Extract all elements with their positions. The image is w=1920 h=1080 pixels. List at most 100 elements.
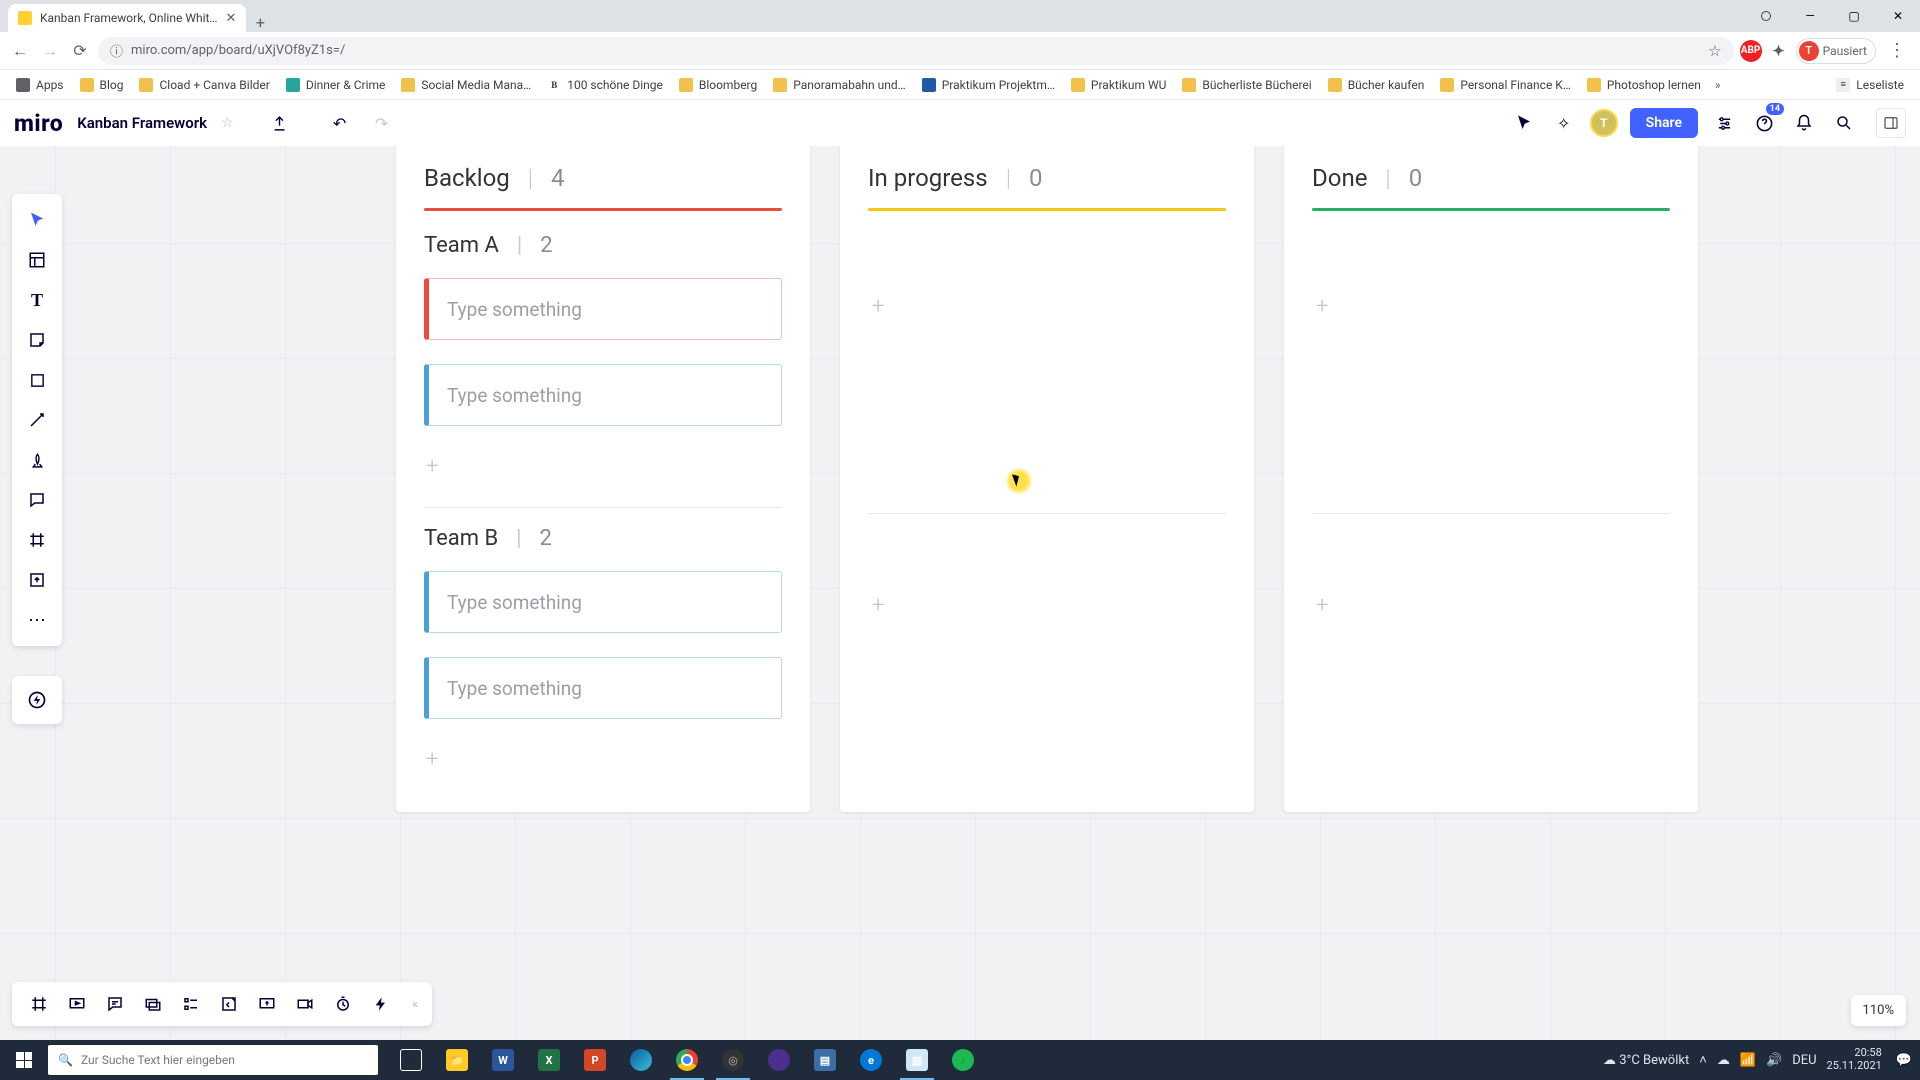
- chrome-icon[interactable]: [664, 1040, 710, 1080]
- file-explorer-icon[interactable]: 📁: [434, 1040, 480, 1080]
- upload-tool-icon[interactable]: [17, 560, 57, 600]
- address-bar[interactable]: ⓘ miro.com/app/board/uXjVOf8yZ1s=/ ☆: [98, 37, 1734, 65]
- present-icon[interactable]: [58, 985, 96, 1023]
- start-button[interactable]: [0, 1040, 48, 1080]
- add-card-button[interactable]: +: [424, 743, 440, 776]
- reload-button[interactable]: ⟳: [68, 39, 92, 63]
- volume-icon[interactable]: 🔊: [1766, 1053, 1782, 1068]
- kanban-card[interactable]: Type something: [424, 278, 782, 340]
- share-button[interactable]: Share: [1630, 108, 1698, 138]
- star-icon[interactable]: ☆: [221, 115, 234, 131]
- swimlane-header[interactable]: Team B | 2: [424, 526, 782, 551]
- weather-widget[interactable]: ☁ 3°C Bewölkt: [1603, 1053, 1689, 1068]
- record-icon[interactable]: [286, 985, 324, 1023]
- sticky-note-icon[interactable]: [17, 320, 57, 360]
- bookmark-item[interactable]: Bücherliste Bücherei: [1176, 75, 1317, 95]
- cards-icon[interactable]: [134, 985, 172, 1023]
- add-card-button[interactable]: +: [868, 574, 1226, 636]
- reading-list-button[interactable]: ≡ Leseliste: [1830, 75, 1910, 95]
- bookmark-item[interactable]: Apps: [10, 75, 70, 95]
- app-icon[interactable]: [756, 1040, 802, 1080]
- add-card-button[interactable]: +: [424, 450, 440, 483]
- zoom-level[interactable]: 110%: [1851, 995, 1906, 1026]
- app-icon[interactable]: ▤: [802, 1040, 848, 1080]
- account-indicator-icon[interactable]: [1744, 0, 1788, 32]
- miro-logo[interactable]: miro: [14, 110, 63, 137]
- bookmark-star-icon[interactable]: ☆: [1708, 42, 1721, 60]
- chrome-menu-icon[interactable]: ⋮: [1882, 40, 1912, 61]
- timer-icon[interactable]: [324, 985, 362, 1023]
- shape-tool-icon[interactable]: [17, 360, 57, 400]
- network-icon[interactable]: 📶: [1740, 1053, 1756, 1068]
- embed-icon[interactable]: [210, 985, 248, 1023]
- extensions-icon[interactable]: ✦: [1768, 40, 1790, 62]
- comments-panel-icon[interactable]: [96, 985, 134, 1023]
- bookmark-item[interactable]: Dinner & Crime: [280, 75, 392, 95]
- help-button[interactable]: 14: [1750, 109, 1778, 137]
- edge-icon[interactable]: [618, 1040, 664, 1080]
- apps-bolt-icon[interactable]: [12, 676, 62, 724]
- select-tool-icon[interactable]: [17, 200, 57, 240]
- abp-extension-icon[interactable]: ABP: [1740, 40, 1762, 62]
- column-header[interactable]: Done | 0: [1312, 164, 1670, 192]
- bookmark-item[interactable]: Bücher kaufen: [1322, 75, 1431, 95]
- language-indicator[interactable]: DEU: [1792, 1053, 1816, 1068]
- minimize-button[interactable]: —: [1788, 0, 1832, 32]
- kanban-column-inprogress[interactable]: In progress | 0 + +: [840, 146, 1254, 812]
- export-icon[interactable]: [266, 109, 294, 137]
- more-tools-icon[interactable]: ⋯: [17, 600, 57, 640]
- word-icon[interactable]: W: [480, 1040, 526, 1080]
- kanban-column-done[interactable]: Done | 0 + +: [1284, 146, 1698, 812]
- screenshare-icon[interactable]: [248, 985, 286, 1023]
- settings-icon[interactable]: [1710, 109, 1738, 137]
- bookmark-item[interactable]: Photoshop lernen: [1581, 75, 1707, 95]
- notifications-icon[interactable]: [1790, 109, 1818, 137]
- board-title[interactable]: Kanban Framework: [77, 114, 207, 132]
- bookmark-item[interactable]: B100 schöne Dinge: [541, 75, 669, 95]
- maximize-button[interactable]: ▢: [1832, 0, 1876, 32]
- frames-panel-icon[interactable]: [20, 985, 58, 1023]
- back-button[interactable]: ←: [8, 39, 32, 63]
- right-panel-toggle[interactable]: [1876, 108, 1906, 138]
- close-window-button[interactable]: ✕: [1876, 0, 1920, 32]
- excel-icon[interactable]: X: [526, 1040, 572, 1080]
- tray-chevron-icon[interactable]: ˄: [1699, 1052, 1707, 1068]
- onedrive-icon[interactable]: ☁: [1717, 1053, 1730, 1068]
- reactions-icon[interactable]: ✧: [1550, 109, 1578, 137]
- voting-icon[interactable]: [362, 985, 400, 1023]
- kanban-card[interactable]: Type something: [424, 364, 782, 426]
- collapse-bottombar-icon[interactable]: «: [406, 997, 424, 1012]
- pen-tool-icon[interactable]: [17, 440, 57, 480]
- edge-legacy-icon[interactable]: e: [848, 1040, 894, 1080]
- frame-tool-icon[interactable]: [17, 520, 57, 560]
- taskbar-search[interactable]: 🔍 Zur Suche Text hier eingeben: [48, 1045, 378, 1075]
- swimlane-header[interactable]: Team A | 2: [424, 233, 782, 258]
- user-avatar[interactable]: T: [1590, 109, 1618, 137]
- powerpoint-icon[interactable]: P: [572, 1040, 618, 1080]
- profile-button[interactable]: T Pausiert: [1796, 38, 1876, 64]
- column-header[interactable]: Backlog | 4: [424, 164, 782, 192]
- kanban-card[interactable]: Type something: [424, 571, 782, 633]
- list-icon[interactable]: [172, 985, 210, 1023]
- taskbar-clock[interactable]: 20:58 25.11.2021: [1827, 1047, 1886, 1072]
- line-tool-icon[interactable]: [17, 400, 57, 440]
- comment-tool-icon[interactable]: [17, 480, 57, 520]
- bookmark-item[interactable]: Panoramabahn und…: [767, 75, 911, 95]
- miro-canvas[interactable]: T ⋯ Backlog | 4 Team A | 2: [0, 146, 1920, 1040]
- column-header[interactable]: In progress | 0: [868, 164, 1226, 192]
- new-tab-button[interactable]: +: [246, 13, 274, 32]
- bookmark-item[interactable]: Praktikum Projektm…: [916, 75, 1061, 95]
- bookmark-item[interactable]: Cload + Canva Bilder: [133, 75, 275, 95]
- bookmark-item[interactable]: Praktikum WU: [1065, 75, 1172, 95]
- task-view-icon[interactable]: [388, 1040, 434, 1080]
- kanban-column-backlog[interactable]: Backlog | 4 Team A | 2 Type something Ty…: [396, 146, 810, 812]
- browser-tab[interactable]: Kanban Framework, Online Whit… ✕: [8, 4, 246, 32]
- bookmark-item[interactable]: Blog: [74, 75, 130, 95]
- obs-icon[interactable]: ◎: [710, 1040, 756, 1080]
- bookmarks-overflow-icon[interactable]: »: [1713, 76, 1723, 94]
- add-card-button[interactable]: +: [1312, 275, 1670, 337]
- bookmark-item[interactable]: Bloomberg: [673, 75, 763, 95]
- cursor-mode-icon[interactable]: [1510, 109, 1538, 137]
- site-info-icon[interactable]: ⓘ: [110, 41, 123, 60]
- notepad-icon[interactable]: ▥: [894, 1040, 940, 1080]
